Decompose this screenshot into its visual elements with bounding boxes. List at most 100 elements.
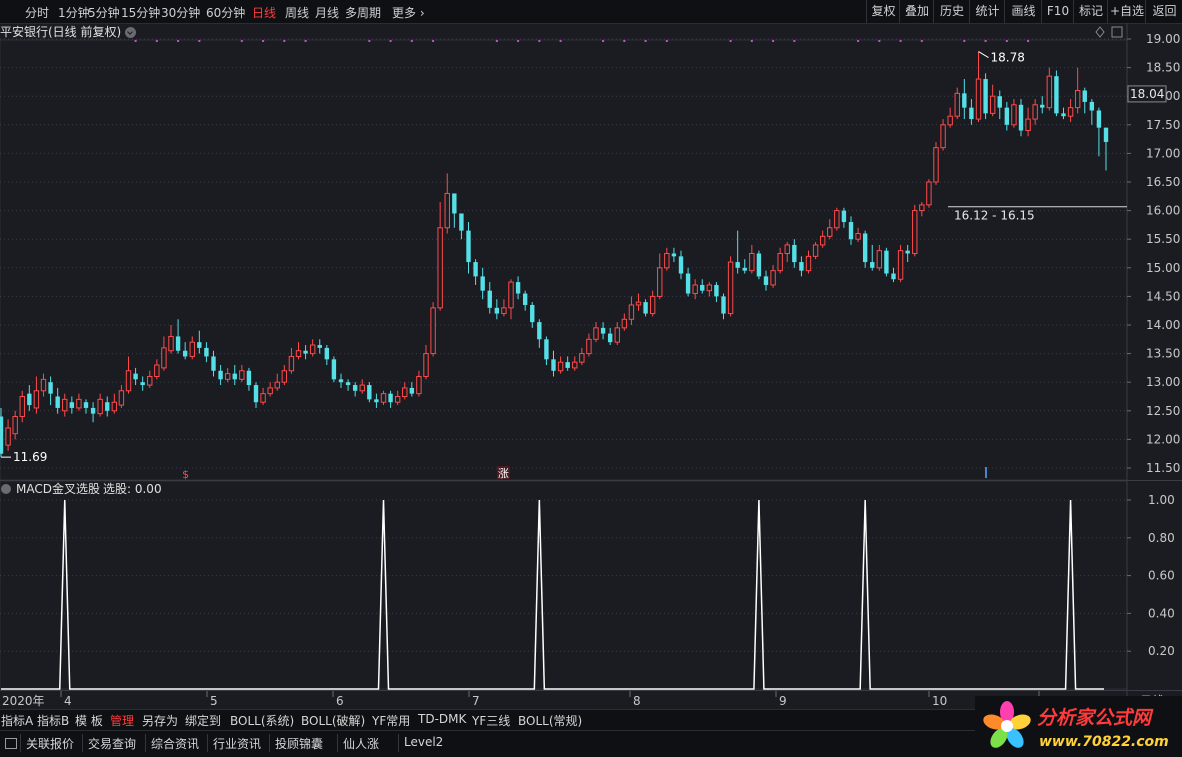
candle-body <box>544 339 549 360</box>
candle-body <box>338 379 344 383</box>
watermark-logo: 分析家公式网 www.70822.com <box>975 696 1182 756</box>
signal-dot <box>750 40 753 42</box>
candle-body <box>239 370 245 380</box>
candle-body <box>331 359 337 380</box>
event-marker-dollar[interactable]: $ <box>182 468 189 481</box>
bottom-tab-5[interactable]: 仙人涨 <box>343 735 379 752</box>
candle-body <box>983 79 988 114</box>
candle-body <box>897 250 904 280</box>
candle-body <box>700 284 705 291</box>
candle-body <box>649 295 656 315</box>
candle-body <box>989 95 996 114</box>
candle-body <box>105 402 110 411</box>
indicator-tab-4[interactable]: 另存为 <box>142 712 178 729</box>
candle-body <box>97 398 103 415</box>
candle-body <box>161 347 167 369</box>
signal-dot <box>772 40 775 42</box>
candle-body <box>452 193 457 214</box>
candle-body <box>763 276 769 285</box>
candle-body <box>614 327 620 343</box>
price-axis-label: 12.50 <box>1146 404 1180 418</box>
candle-body <box>593 327 599 340</box>
month-label: 8 <box>633 694 641 708</box>
signal-dot <box>623 40 626 42</box>
candle-body <box>1103 127 1109 142</box>
candle-body <box>799 262 804 271</box>
candlestick-chart[interactable]: 19.0018.5018.0017.5017.0016.5016.0015.50… <box>0 0 1182 756</box>
candle-body <box>27 393 32 406</box>
indicator-tab-11[interactable]: BOLL(常规) <box>518 712 582 729</box>
candle-body <box>33 390 40 409</box>
month-label: 10 <box>932 694 947 708</box>
indicator-axis-label: 1.00 <box>1148 493 1175 507</box>
candle-body <box>862 233 868 263</box>
candle-body <box>274 381 280 389</box>
candle-body <box>940 124 946 149</box>
indicator-tab-5[interactable]: 绑定到 <box>185 712 221 729</box>
indicator-tab-9[interactable]: TD-DMK <box>418 712 466 726</box>
signal-dot <box>389 40 392 42</box>
signal-dot <box>857 40 860 42</box>
candle-body <box>140 382 145 386</box>
candle-body <box>954 92 960 117</box>
bottom-tab-3[interactable]: 行业资讯 <box>213 735 261 752</box>
month-label: 6 <box>336 694 344 708</box>
indicator-tab-7[interactable]: BOLL(破解) <box>301 712 365 729</box>
event-marker-zhang[interactable]: 涨 <box>498 467 509 480</box>
signal-dot <box>304 40 307 42</box>
signal-dot <box>198 40 201 42</box>
indicator-tab-2[interactable]: 模 板 <box>75 712 103 729</box>
candle-body <box>579 353 585 363</box>
candle-body <box>281 370 288 383</box>
candle-body <box>969 107 974 120</box>
bottom-tab-4[interactable]: 投顾锦囊 <box>275 735 323 752</box>
candle-body <box>12 416 18 435</box>
candle-body <box>1089 101 1095 111</box>
candle-body <box>83 402 89 408</box>
candle-body <box>692 284 698 295</box>
candle-body <box>380 393 387 403</box>
tab-separator <box>269 734 270 752</box>
candle-body <box>189 341 195 357</box>
candle-body <box>827 227 833 237</box>
candle-body <box>40 378 47 392</box>
window-maximize-icon[interactable] <box>1111 26 1123 38</box>
candle-body <box>1082 90 1087 102</box>
signal-dot <box>410 40 413 42</box>
indicator-tab-1[interactable]: 指标B <box>37 712 69 729</box>
panel-toggle-icon[interactable] <box>5 738 17 749</box>
current-price: 18.04 <box>1130 87 1164 101</box>
candle-body <box>997 96 1002 108</box>
candle-body <box>267 387 273 395</box>
year-label: 2020年 <box>2 694 45 708</box>
candle-body <box>1032 104 1038 120</box>
indicator-axis-label: 0.40 <box>1148 606 1175 620</box>
indicator-tab-0[interactable]: 指标A <box>1 712 33 729</box>
indicator-tab-3[interactable]: 管理 <box>110 712 134 729</box>
tab-separator <box>20 734 21 752</box>
indicator-tab-10[interactable]: YF三线 <box>472 712 510 729</box>
candle-body <box>962 93 967 108</box>
candle-body <box>1046 75 1053 109</box>
chevron-down-icon[interactable] <box>1 484 11 494</box>
price-axis-label: 14.00 <box>1146 318 1180 332</box>
indicator-tab-8[interactable]: YF常用 <box>372 712 410 729</box>
candle-body <box>168 335 174 352</box>
candle-body <box>324 347 330 360</box>
candle-body <box>706 284 713 292</box>
bottom-tab-6[interactable]: Level2 <box>404 735 443 749</box>
signal-dot <box>963 40 966 42</box>
range-annotation: 16.12 - 16.15 <box>954 209 1035 223</box>
month-label: 4 <box>64 694 72 708</box>
signal-dot <box>665 40 668 42</box>
bottom-tab-2[interactable]: 综合资讯 <box>151 735 199 752</box>
bottom-tab-0[interactable]: 关联报价 <box>26 735 74 752</box>
indicator-tab-6[interactable]: BOLL(系统) <box>230 712 294 729</box>
candle-body <box>537 322 542 340</box>
candle-body <box>374 399 379 403</box>
candle-body <box>834 210 840 229</box>
candle-body <box>1018 104 1024 131</box>
candle-body <box>487 290 492 308</box>
bottom-tab-1[interactable]: 交易查询 <box>88 735 136 752</box>
diamond-icon[interactable] <box>1095 26 1105 38</box>
